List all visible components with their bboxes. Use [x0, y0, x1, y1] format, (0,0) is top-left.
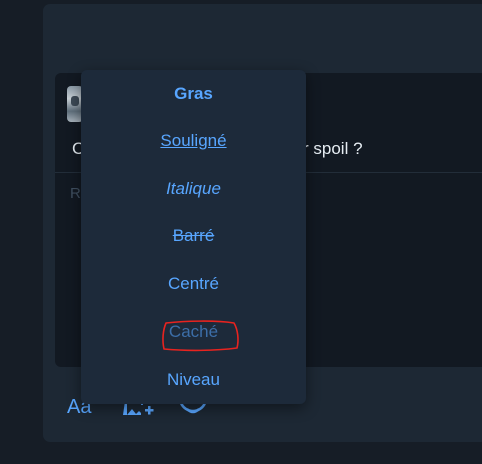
page: C r spoil ? R Aa Gras Souligné Italique … — [0, 0, 482, 464]
menu-item-strikethrough[interactable]: Barré — [81, 224, 306, 248]
menu-item-bold[interactable]: Gras — [81, 82, 306, 106]
menu-item-level[interactable]: Niveau — [81, 368, 306, 392]
menu-item-hidden[interactable]: Caché — [81, 320, 306, 344]
menu-item-center[interactable]: Centré — [81, 272, 306, 296]
menu-item-italic[interactable]: Italique — [81, 177, 306, 201]
post-question-end: r spoil ? — [303, 139, 363, 158]
format-menu: Gras Souligné Italique Barré Centré Cach… — [81, 70, 306, 404]
menu-item-underline[interactable]: Souligné — [81, 129, 306, 153]
reply-input[interactable]: R — [70, 185, 81, 202]
